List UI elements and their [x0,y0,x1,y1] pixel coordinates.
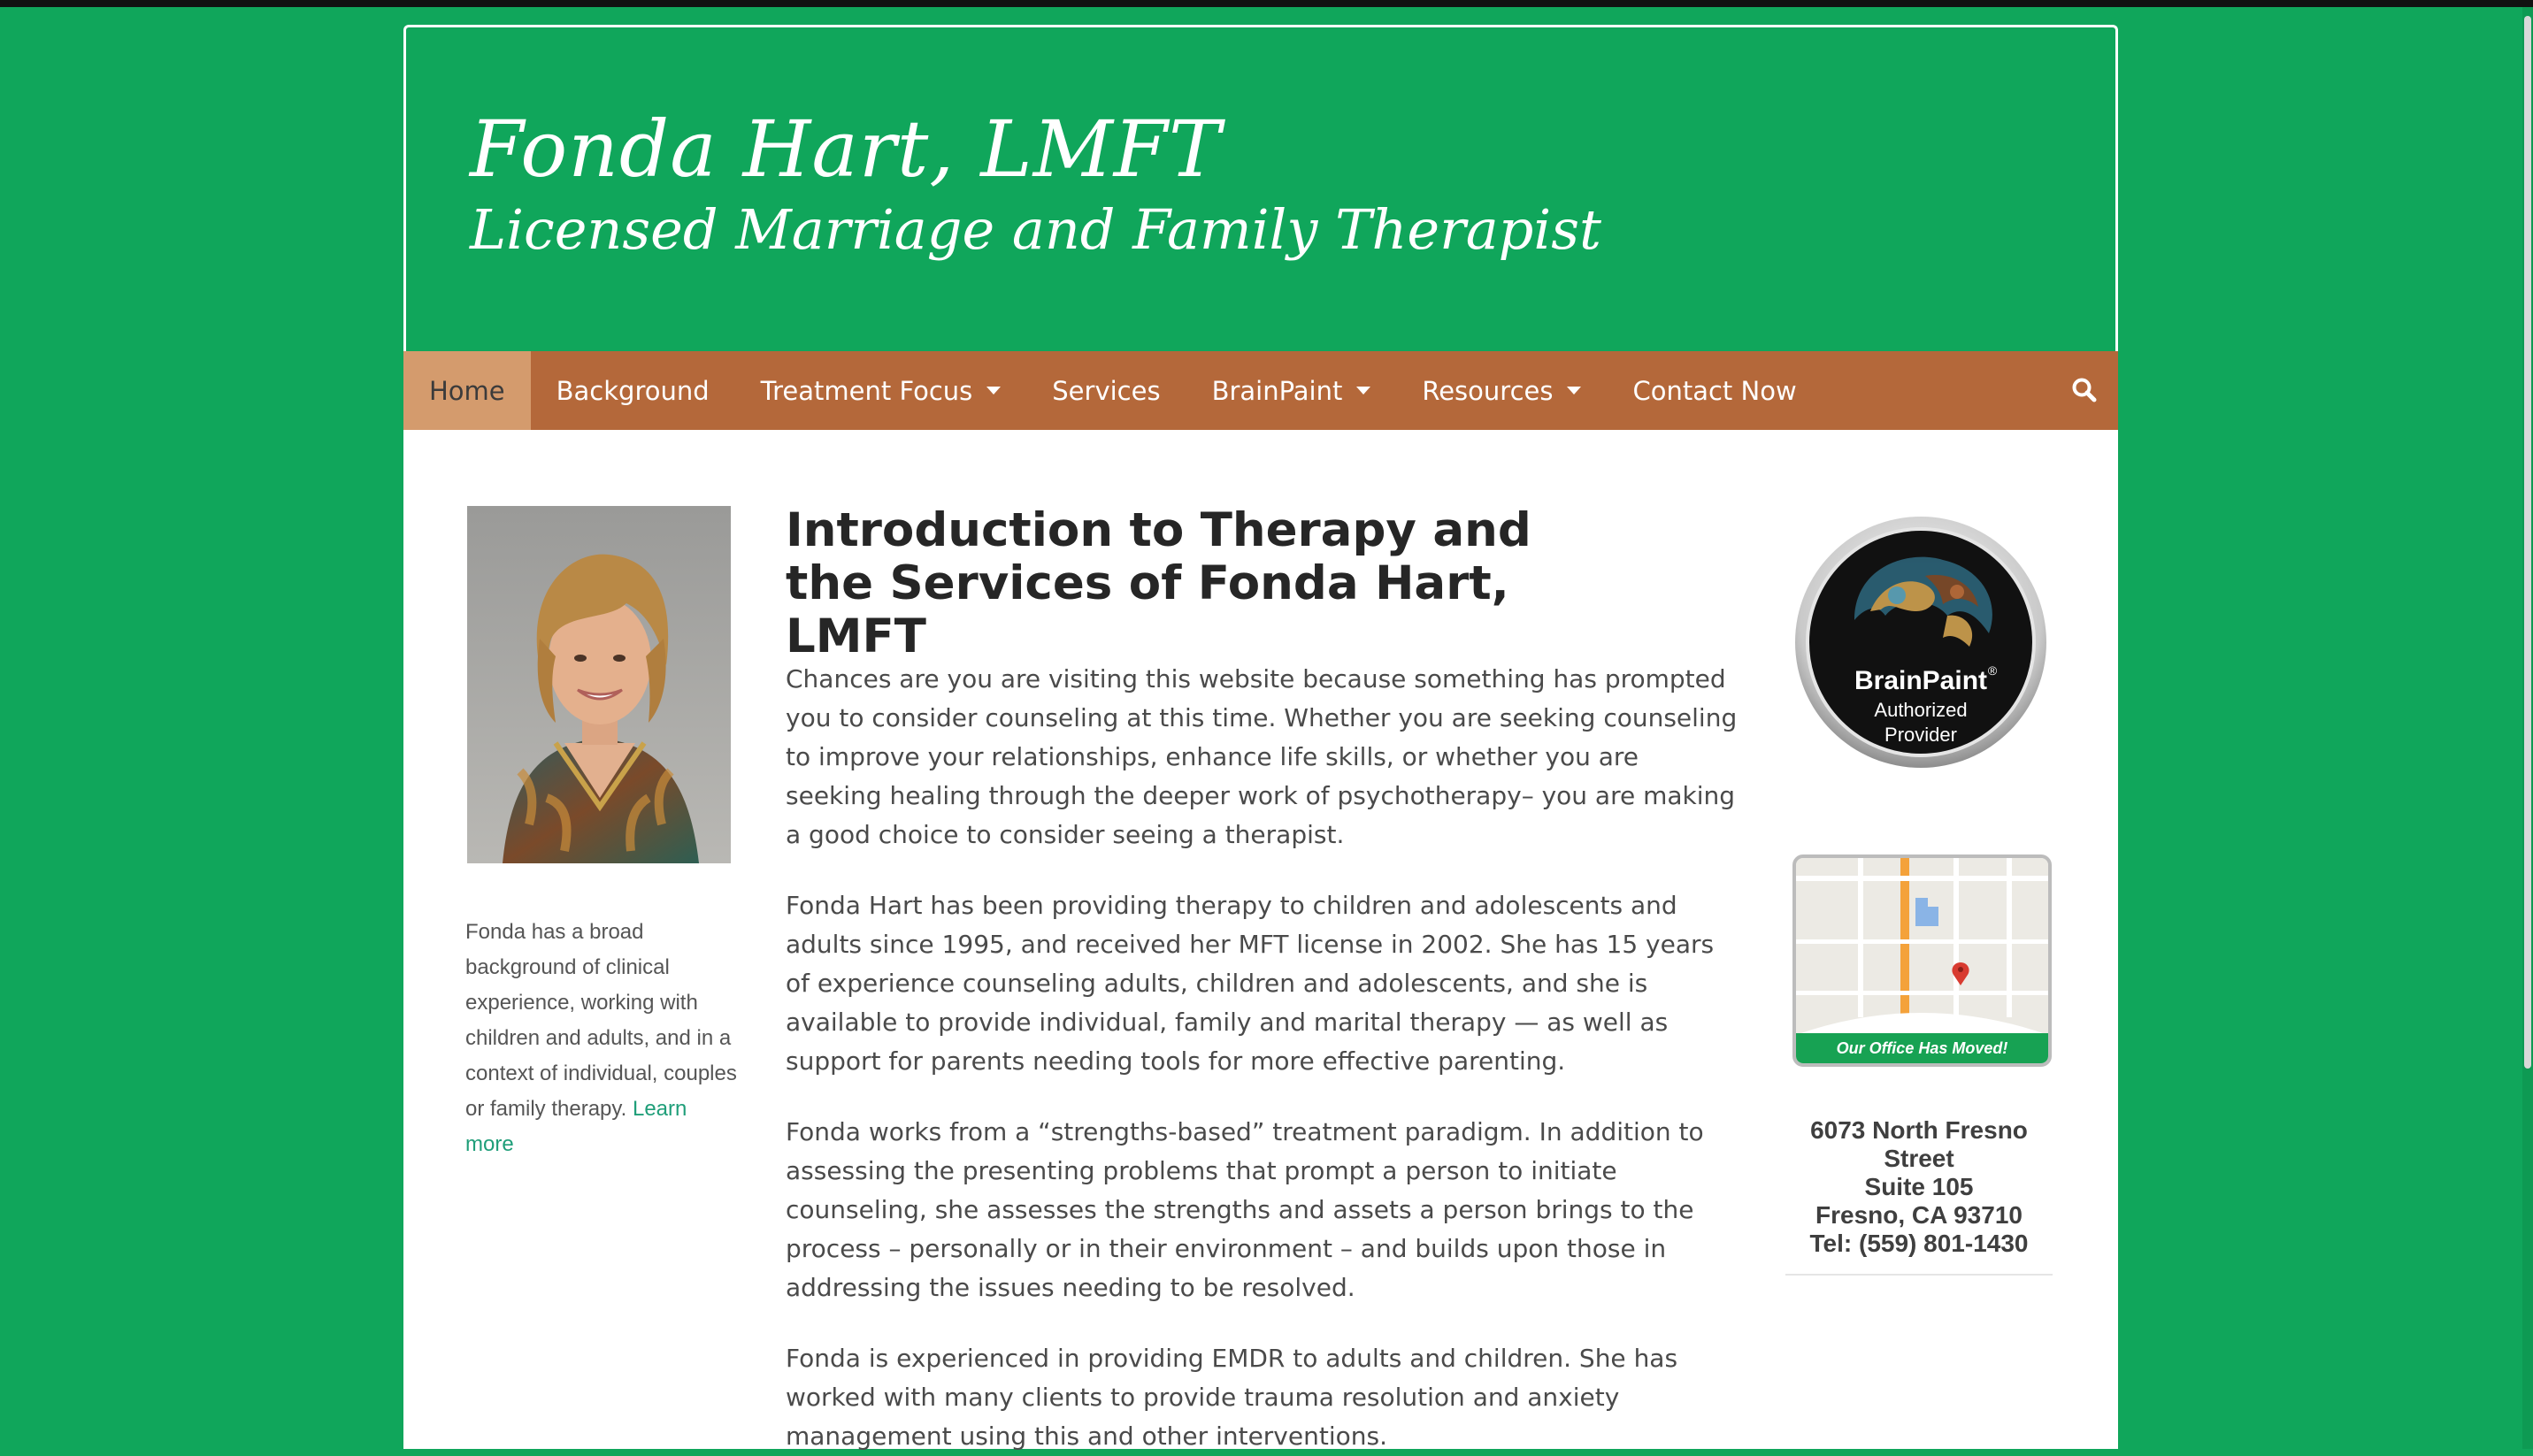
nav-item-label: Home [429,375,505,406]
phone-number: Tel: (559) 801-1430 [1809,1230,2029,1257]
nav-item-brainpaint[interactable]: BrainPaint [1186,351,1397,430]
browser-top-bar [0,0,2533,7]
nav-item-label: Services [1052,375,1161,406]
badge-brand: BrainPaint [1854,666,1987,695]
site-header: Fonda Hart, LMFT Licensed Marriage and F… [403,25,2118,351]
brainpaint-badge[interactable]: BrainPaint ® Authorized Provider [1792,514,2049,770]
nav-item-services[interactable]: Services [1026,351,1186,430]
nav-item-label: Background [556,375,710,406]
map-banner: Our Office Has Moved! [1796,1033,2048,1063]
intro-paragraph-3: Fonda works from a “strengths-based” tre… [786,1117,1704,1302]
nav-item-label: BrainPaint [1211,375,1343,406]
site-tagline: Licensed Marriage and Family Therapist [470,197,1601,262]
bio-summary: Fonda has a broad background of clinical… [465,915,740,1162]
scrollbar-thumb[interactable] [2524,16,2531,1069]
badge-line-1: Authorized [1874,699,1967,721]
office-moved-map[interactable]: Our Office Has Moved! [1792,854,2052,1067]
page-title: Introduction to Therapy and the Services… [786,503,1531,663]
nav-item-label: Treatment Focus [760,375,973,406]
caret-down-icon [1356,387,1371,395]
badge-line-2: Provider [1884,724,1957,746]
divider [1785,1274,2053,1276]
address-line-4: Fresno, CA 93710 [1815,1201,2023,1229]
search-icon[interactable] [2070,376,2099,404]
nav-item-home[interactable]: Home [403,351,531,430]
caret-down-icon [986,387,1002,395]
badge-registered-mark: ® [1988,663,1998,678]
intro-paragraph-4: Fonda is experienced in providing EMDR t… [786,1344,1678,1451]
office-address: 6073 North Fresno Street Suite 105 Fresn… [1784,1116,2054,1258]
caret-down-icon [1567,387,1582,395]
page-container: Fonda Hart, LMFT Licensed Marriage and F… [403,25,2118,1451]
intro-paragraph-2: Fonda Hart has been providing therapy to… [786,891,1715,1076]
nav-item-label: Resources [1422,375,1554,406]
main-navigation: Home Background Treatment Focus Services… [403,351,2118,430]
intro-paragraph-1: Chances are you are visiting this websit… [786,664,1738,849]
site-title[interactable]: Fonda Hart, LMFT [470,103,1222,195]
nav-item-contact-now[interactable]: Contact Now [1607,351,1822,430]
bio-text: Fonda has a broad background of clinical… [465,920,737,1121]
address-line-3: Suite 105 [1864,1173,1974,1200]
nav-item-resources[interactable]: Resources [1396,351,1607,430]
nav-item-background[interactable]: Background [531,351,735,430]
nav-item-treatment-focus[interactable]: Treatment Focus [735,351,1027,430]
address-line-2: Street [1884,1145,1954,1172]
address-line-1: 6073 North Fresno [1810,1116,2028,1144]
therapist-photo [467,506,731,863]
nav-item-label: Contact Now [1632,375,1797,406]
scrollbar[interactable] [2522,7,2533,1449]
content-area: Fonda has a broad background of clinical… [403,430,2118,1451]
